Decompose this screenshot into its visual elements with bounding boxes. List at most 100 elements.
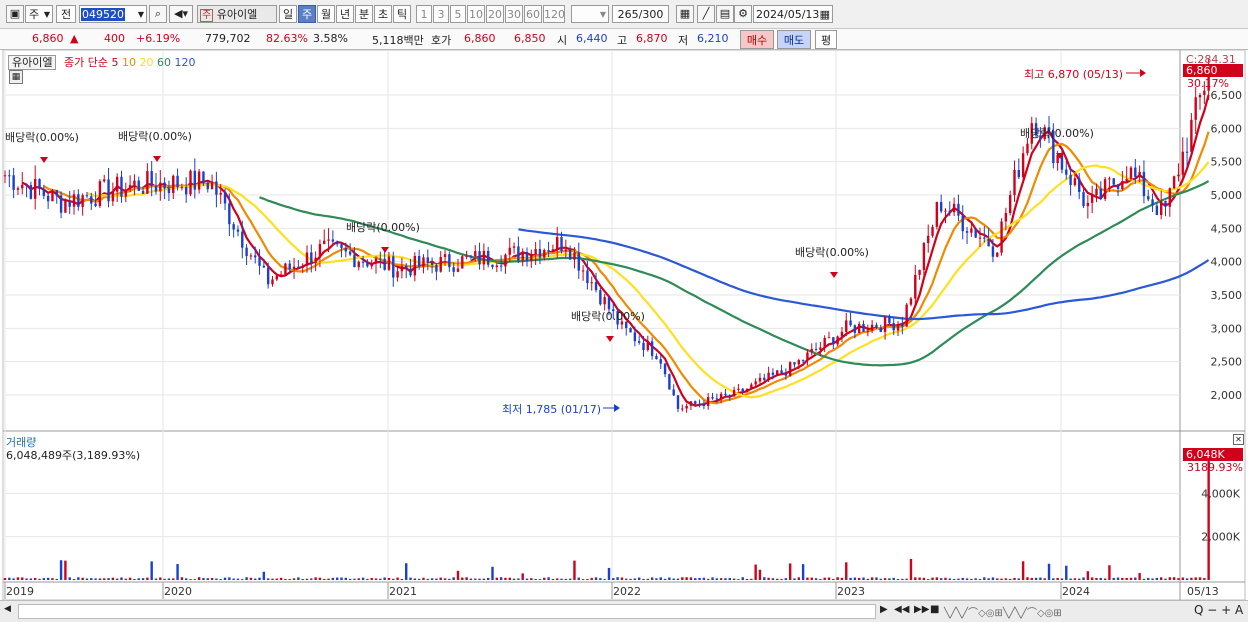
drawing-tools-icon[interactable]: ╲╱╲╱⌒◇◎⊞╲╱╲╱⌒◇◎⊞ [944, 604, 1062, 619]
sell-button[interactable]: 매도 [777, 30, 811, 49]
candle-body [1177, 174, 1180, 177]
stock-legend-label[interactable]: 유아이엘 [8, 55, 57, 70]
period-button-0[interactable]: 일 [279, 5, 297, 23]
interval-button-30[interactable]: 30 [505, 5, 523, 23]
interval-button-20[interactable]: 20 [486, 5, 504, 23]
ma-period-5[interactable]: 5 [111, 56, 122, 69]
candle-body [784, 373, 788, 376]
count-input[interactable]: 265/300 [612, 5, 669, 23]
stock-name-field[interactable]: 주 유아이엘 [197, 5, 277, 23]
interval-button-120[interactable]: 120 [543, 5, 565, 23]
line-tool-icon[interactable]: ╱ [697, 5, 715, 23]
period-button-6[interactable]: 틱 [393, 5, 411, 23]
candle-body [1151, 199, 1154, 206]
ma-period-list: 5 10 20 60 120 [111, 56, 195, 69]
scroll-left-icon[interactable]: ◀ [4, 604, 14, 617]
interval-button-5[interactable]: 5 [450, 5, 466, 23]
volume-bar [780, 578, 783, 580]
volume-bar [1185, 578, 1189, 580]
candle-body [172, 175, 175, 194]
date-input[interactable]: 2024/05/13 ▦ [753, 5, 833, 23]
volume-bar [776, 578, 779, 580]
volume-bar [469, 578, 473, 580]
candle-body [21, 184, 24, 189]
volume-bar [905, 578, 908, 580]
candle-body [469, 255, 473, 257]
y-tick-label: 3,500 [1211, 289, 1243, 302]
x-tick-label: 2022 [613, 585, 641, 598]
candle-body [111, 191, 115, 202]
ma-period-10[interactable]: 10 [122, 56, 140, 69]
interval-button-60[interactable]: 60 [524, 5, 542, 23]
candle-body [823, 337, 826, 348]
candle-body [128, 184, 132, 190]
dividend-label: 배당락(0.00%) [118, 130, 192, 143]
candle-body [719, 393, 723, 400]
y-tick-label: 2,000 [1211, 389, 1243, 402]
window-icon[interactable]: ▣ [6, 5, 24, 23]
candle-body [64, 200, 67, 213]
ma-period-60[interactable]: 60 [157, 56, 175, 69]
grid-toggle-icon[interactable]: ▦ [9, 70, 23, 84]
volume-bar [707, 578, 710, 580]
candle-body [1112, 178, 1115, 185]
candle-body [72, 194, 76, 207]
volume-bar [810, 577, 813, 580]
zoom-controls[interactable]: Q − + A [1194, 603, 1243, 617]
period-button-5[interactable]: 초 [374, 5, 392, 23]
scroll-right-icon[interactable]: ▶ [880, 604, 888, 615]
buy-button[interactable]: 매수 [740, 30, 774, 49]
volume-bar [486, 577, 490, 580]
market-select[interactable]: 주 ▼ [25, 5, 53, 23]
horizontal-scrollbar[interactable] [18, 604, 876, 619]
candle-body [1103, 179, 1107, 199]
candle-body [732, 389, 736, 397]
chart-type-icon[interactable]: ▦ [676, 5, 694, 23]
rewind-icon[interactable]: ◀◀ [894, 604, 909, 615]
period-button-3[interactable]: 년 [336, 5, 354, 23]
volume-bar [1017, 578, 1021, 580]
interval-dropdown[interactable]: ▼ [571, 5, 609, 23]
period-mode-button[interactable]: 전 [56, 5, 76, 23]
candle-body [991, 246, 995, 257]
candle-body [1138, 171, 1141, 177]
search-icon[interactable]: ⌕ [149, 5, 167, 23]
volume-bar [133, 579, 136, 580]
stock-code-value: 049520 [81, 8, 125, 21]
interval-button-1[interactable]: 1 [416, 5, 432, 23]
volume-bar [862, 577, 865, 580]
forward-icon[interactable]: ▶▶ [914, 604, 929, 615]
candle-body [189, 170, 192, 195]
candle-body [758, 377, 762, 382]
candle-body [970, 228, 973, 233]
stop-icon[interactable]: ■ [930, 604, 939, 615]
ma-period-20[interactable]: 20 [139, 56, 157, 69]
volume-bar [879, 578, 882, 580]
interval-button-10[interactable]: 10 [467, 5, 485, 23]
gear-icon[interactable]: ⚙ [734, 5, 752, 23]
volume-bar [594, 577, 598, 580]
speaker-icon[interactable]: ◀▾ [169, 5, 193, 23]
stock-code-input[interactable]: 049520 ▼ [79, 5, 147, 23]
candle-body [866, 330, 870, 332]
period-button-4[interactable]: 분 [355, 5, 373, 23]
volume-bar [1134, 577, 1137, 580]
period-button-2[interactable]: 월 [317, 5, 335, 23]
volume-bar [361, 577, 365, 580]
close-icon[interactable]: ✕ [1233, 434, 1244, 445]
volume-bar [115, 578, 119, 580]
eval-button[interactable]: 평 [815, 30, 837, 49]
volume-bar [275, 578, 278, 580]
calendar-icon: ▦ [819, 8, 830, 21]
period-button-1[interactable]: 주 [298, 5, 316, 23]
candle-body [1134, 167, 1137, 177]
interval-button-3[interactable]: 3 [433, 5, 449, 23]
volume-bar [219, 579, 222, 580]
candle-body [180, 187, 184, 189]
volume-bar [215, 578, 218, 580]
candle-body [788, 362, 792, 376]
ma-period-120[interactable]: 120 [174, 56, 195, 69]
dividend-label: 배당락(0.00%) [571, 310, 645, 323]
candle-body [314, 257, 317, 264]
save-icon[interactable]: ▤ [716, 5, 734, 23]
